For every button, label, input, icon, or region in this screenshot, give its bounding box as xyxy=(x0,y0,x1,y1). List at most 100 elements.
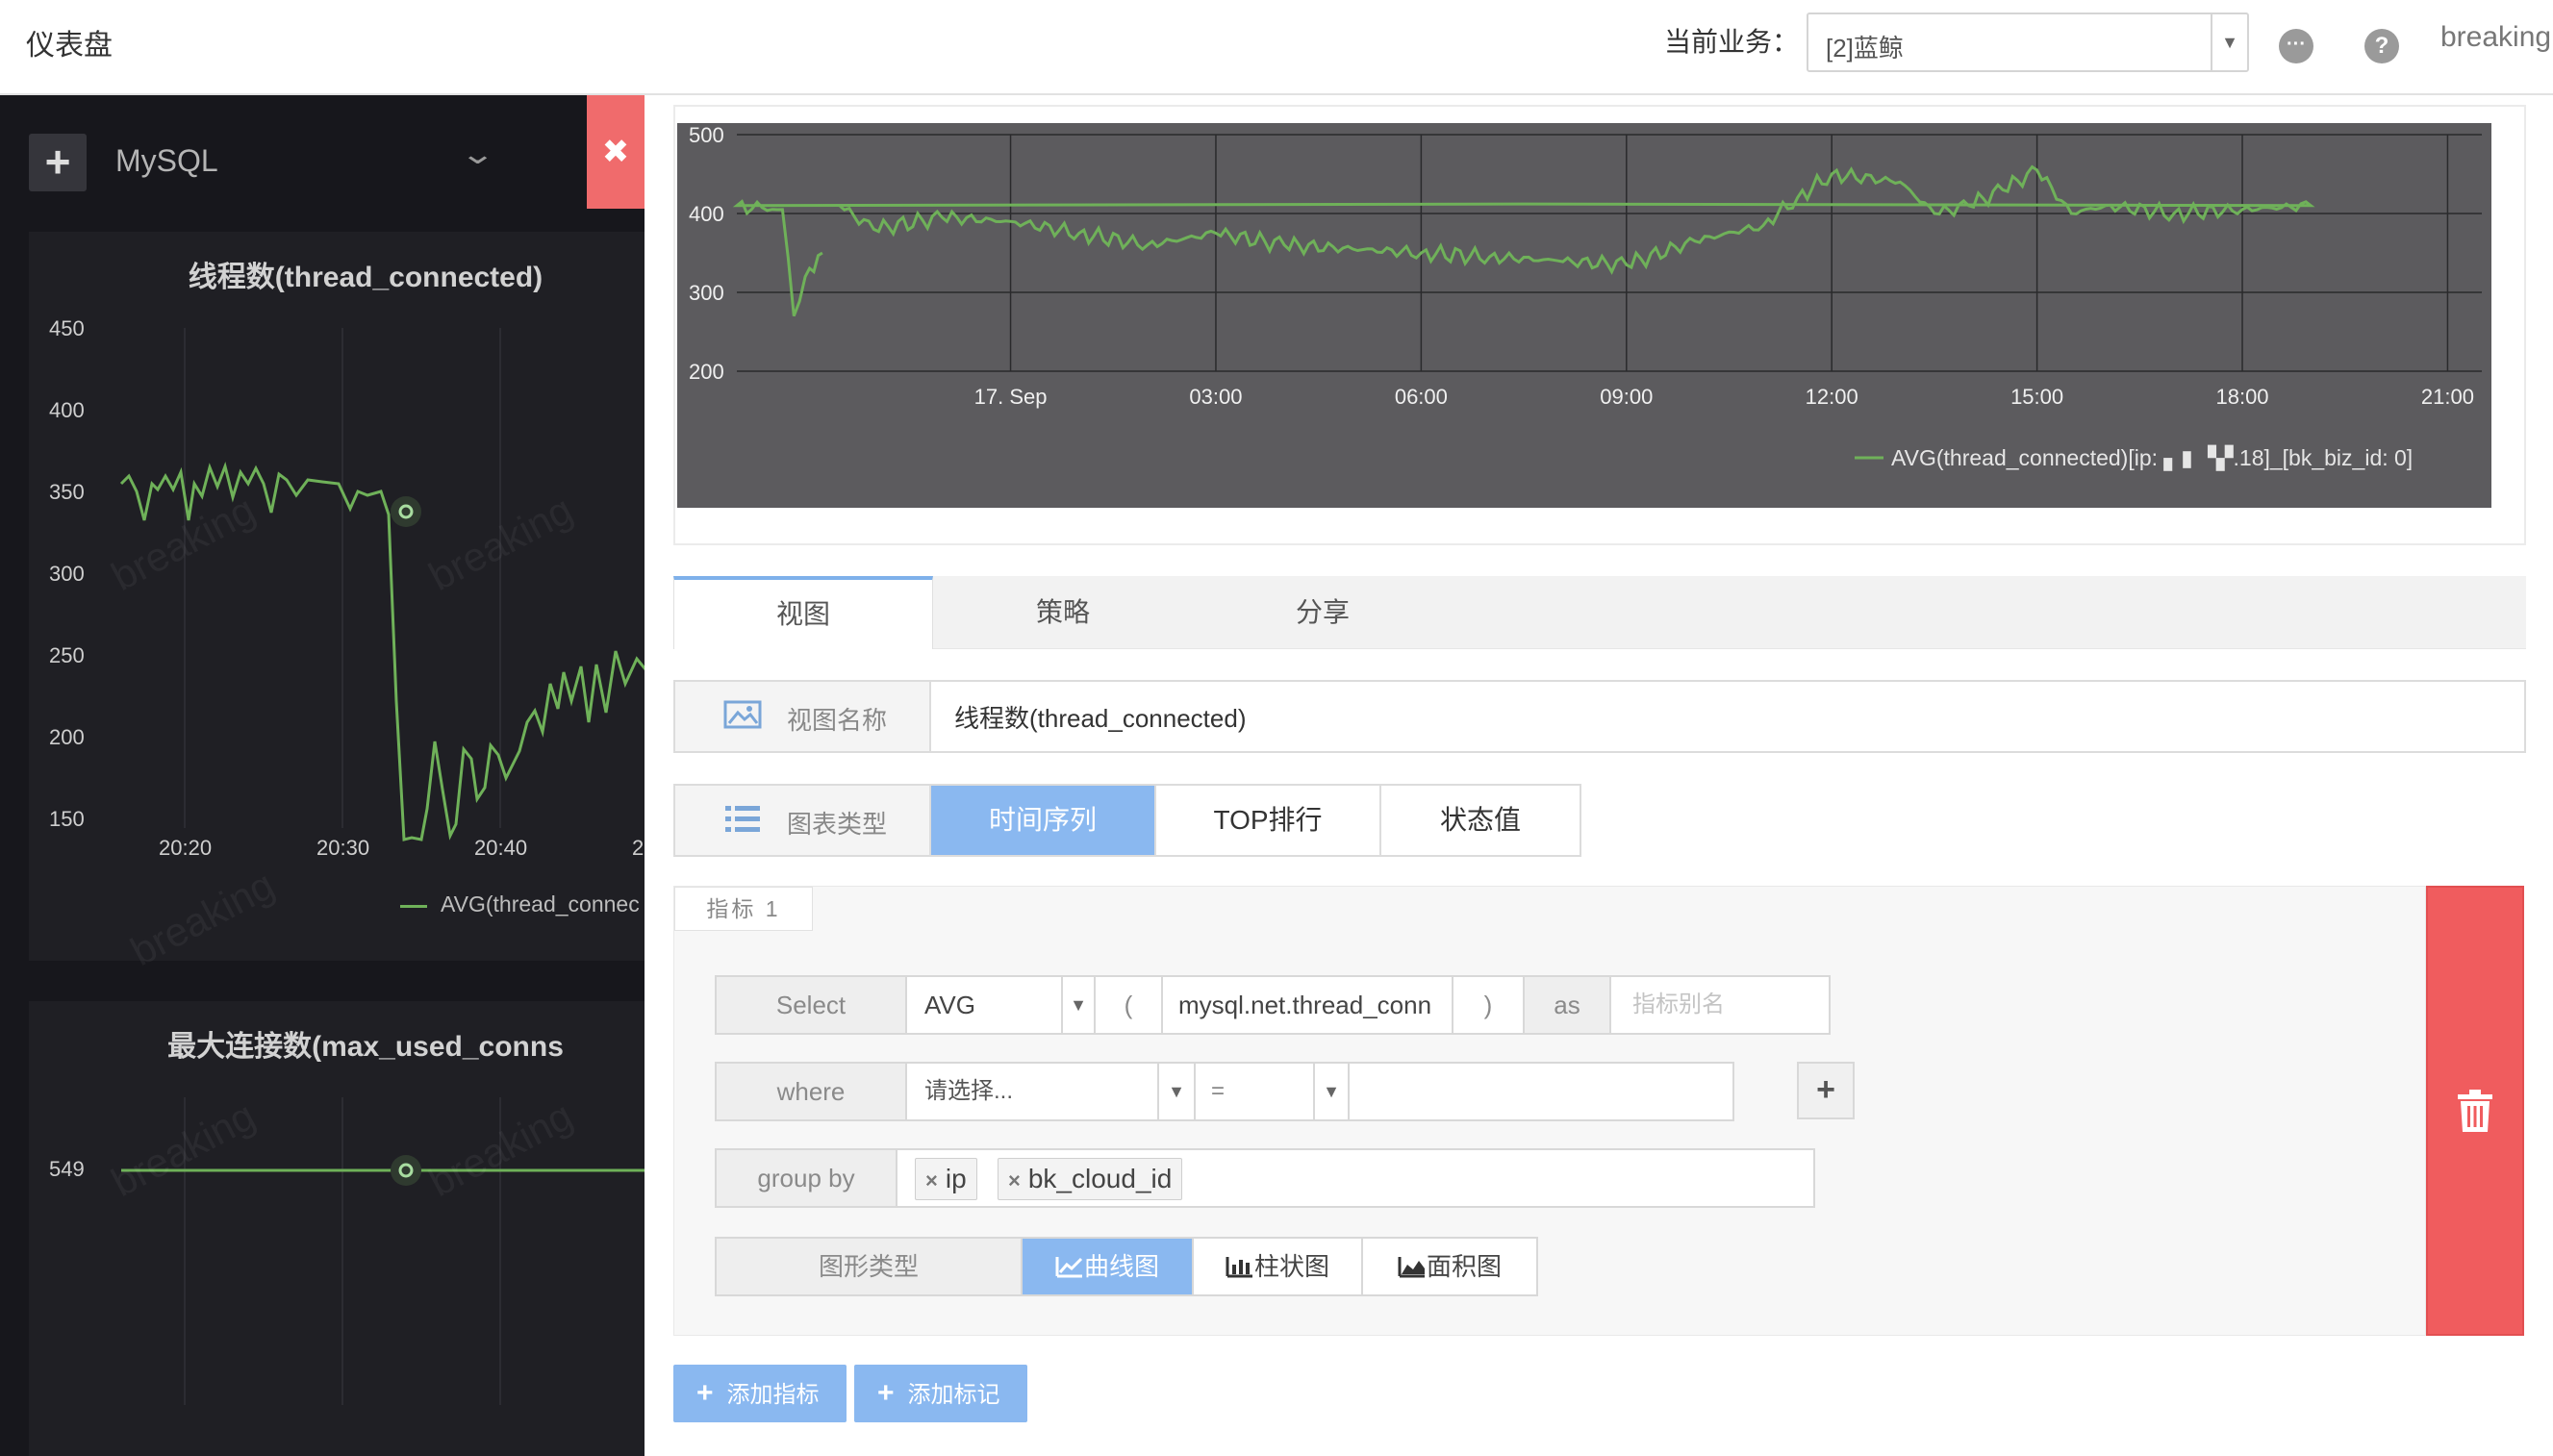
remove-tag-icon[interactable]: × xyxy=(925,1168,938,1192)
add-view-button[interactable]: + xyxy=(29,134,87,191)
image-icon xyxy=(723,700,762,729)
dropdown-arrow-icon[interactable]: ▼ xyxy=(1063,977,1096,1033)
x-tick: 20:40 xyxy=(474,836,528,860)
alias-input[interactable]: 指标别名 xyxy=(1611,977,1829,1033)
chevron-down-icon[interactable]: ⌄ xyxy=(460,138,496,171)
agg-select[interactable]: AVG xyxy=(907,977,1063,1033)
dropdown-arrow-icon[interactable]: ▼ xyxy=(1315,1064,1350,1119)
remove-tag-icon[interactable]: × xyxy=(1008,1168,1021,1192)
y-tick-label: 500 xyxy=(689,123,724,147)
y-tick-label: 400 xyxy=(689,202,724,226)
dropdown-arrow-icon[interactable]: ▼ xyxy=(1159,1064,1196,1119)
graph-type-bar[interactable]: 柱状图 xyxy=(1194,1239,1363,1294)
view-name-label: 视图名称 xyxy=(787,706,888,735)
business-select[interactable]: [2]蓝鲸 ▼ xyxy=(1807,13,2249,72)
y-tick-label: 200 xyxy=(689,360,724,384)
graph-type-label: 图形类型 xyxy=(717,1239,1023,1294)
delete-metric-button[interactable] xyxy=(2426,886,2524,1336)
as-label: as xyxy=(1525,977,1611,1033)
add-metric-label: 添加指标 xyxy=(726,1382,820,1408)
x-tick-label: 21:00 xyxy=(2421,385,2474,409)
graph-type-area[interactable]: 面积图 xyxy=(1363,1239,1536,1294)
close-paren: ) xyxy=(1453,977,1525,1033)
business-label: 当前业务： xyxy=(1664,27,1800,57)
x-tick: 2 xyxy=(632,836,645,860)
hover-marker-halo xyxy=(391,1155,421,1186)
x-tick: 20:30 xyxy=(316,836,370,860)
group-by-label: group by xyxy=(717,1150,897,1206)
x-tick-label: 03:00 xyxy=(1189,385,1242,409)
select-label: Select xyxy=(717,977,907,1033)
chart-legend[interactable]: AVG(thread_connec xyxy=(441,891,640,917)
business-select-value: [2]蓝鲸 xyxy=(1826,34,1904,63)
plus-icon: + xyxy=(877,1377,895,1409)
tab-strategy[interactable]: 策略 xyxy=(933,576,1193,649)
close-button[interactable]: ✖ xyxy=(587,95,645,209)
view-card-thread-connected[interactable]: 线程数(thread_connected) 450 400 350 300 25… xyxy=(29,232,645,974)
legend-swatch xyxy=(400,905,427,908)
x-tick-label: 18:00 xyxy=(2215,385,2268,409)
open-paren: ( xyxy=(1096,977,1163,1033)
tab-share[interactable]: 分享 xyxy=(1193,576,1453,649)
view-name-row: 视图名称 线程数(thread_connected) xyxy=(673,680,2526,753)
bar-chart-icon xyxy=(1226,1257,1252,1278)
chart-legend[interactable]: AVG(thread_connected)[ip: ▖▮ ▝▞.18]_[bk_… xyxy=(1891,444,2413,471)
add-metric-button[interactable]: + 添加指标 xyxy=(673,1365,847,1422)
x-tick: 20:20 xyxy=(159,836,213,860)
view-name-label-cell: 视图名称 xyxy=(675,682,931,751)
x-tick-label: 06:00 xyxy=(1395,385,1448,409)
add-condition-button[interactable]: + xyxy=(1797,1062,1855,1119)
list-icon xyxy=(725,806,760,832)
metric-section: 指标 1 Select AVG ▼ ( mysql.net.thread_con… xyxy=(673,886,2426,1336)
graph-type-row: 图形类型 曲线图 柱状图 面积图 xyxy=(715,1237,1538,1296)
dropdown-arrow-icon: ▼ xyxy=(2211,14,2247,70)
where-field-select[interactable]: 请选择... xyxy=(907,1064,1159,1119)
view-editor: 500 400 300 200 17. Sep 03:00 06:00 09:00 12:00… xyxy=(645,95,2553,1456)
page-title: 仪表盘 xyxy=(26,30,113,62)
help-icon[interactable]: ? xyxy=(2364,29,2399,63)
y-tick-label: 300 xyxy=(689,281,724,305)
line-chart[interactable]: 500 400 300 200 17. Sep 03:00 06:00 09:00 12:00… xyxy=(677,123,2491,508)
view-card-max-used-conns[interactable]: 最大连接数(max_used_conns 549 breaking breaki… xyxy=(29,1001,645,1456)
more-icon[interactable]: ··· xyxy=(2279,29,2313,63)
group-by-tag-ip[interactable]: × ip xyxy=(915,1158,977,1200)
x-tick-label: 17. Sep xyxy=(974,385,1048,409)
chart-type-label: 图表类型 xyxy=(787,810,888,839)
preview-chart[interactable]: 500 400 300 200 17. Sep 03:00 06:00 09:00 12:00… xyxy=(677,123,2491,508)
chart-type-timeseries[interactable]: 时间序列 xyxy=(931,786,1156,855)
graph-type-area-label: 面积图 xyxy=(1426,1252,1502,1281)
metric-tab[interactable]: 指标 1 xyxy=(674,887,813,931)
group-by-tag-bk-cloud-id[interactable]: × bk_cloud_id xyxy=(998,1158,1183,1200)
trash-icon xyxy=(2458,1090,2492,1132)
preview-chart-panel: 500 400 300 200 17. Sep 03:00 06:00 09:00 12:00… xyxy=(673,105,2526,545)
tab-view[interactable]: 视图 xyxy=(673,576,933,649)
graph-type-line-label: 曲线图 xyxy=(1083,1252,1159,1281)
user-name[interactable]: breaking xyxy=(2440,21,2551,54)
chart-type-label-cell: 图表类型 xyxy=(675,786,931,855)
top-bar: 仪表盘 当前业务： [2]蓝鲸 ▼ ··· ? breaking xyxy=(0,0,2553,95)
chart-type-top[interactable]: TOP排行 xyxy=(1156,786,1381,855)
where-row: where 请选择... ▼ = ▼ xyxy=(715,1062,1734,1121)
graph-type-line[interactable]: 曲线图 xyxy=(1023,1239,1194,1294)
add-mark-label: 添加标记 xyxy=(907,1382,1000,1408)
area-chart-icon xyxy=(1398,1257,1425,1278)
view-name-input[interactable]: 线程数(thread_connected) xyxy=(954,699,1246,735)
tag-label: ip xyxy=(945,1164,967,1193)
plus-icon: + xyxy=(696,1377,714,1409)
line-chart-icon xyxy=(1055,1257,1083,1278)
editor-tabs: 视图 策略 分享 xyxy=(673,576,2526,649)
metric-field-input[interactable]: mysql.net.thread_conn xyxy=(1163,977,1453,1033)
group-by-row: group by × ip × bk_cloud_id xyxy=(715,1148,1815,1208)
mini-line-chart xyxy=(121,1097,645,1405)
where-operator-select[interactable]: = xyxy=(1196,1064,1315,1119)
dashboard-sidebar: + MySQL ⌄ ✖ 线程数(thread_connected) 450 40… xyxy=(0,95,645,1456)
dashboard-name[interactable]: MySQL xyxy=(115,143,218,179)
add-mark-button[interactable]: + 添加标记 xyxy=(854,1365,1027,1422)
select-row: Select AVG ▼ ( mysql.net.thread_conn ) a… xyxy=(715,975,1831,1035)
where-label: where xyxy=(717,1064,907,1119)
x-tick-label: 09:00 xyxy=(1600,385,1653,409)
x-tick-label: 12:00 xyxy=(1806,385,1858,409)
chart-type-row: 图表类型 时间序列 TOP排行 状态值 xyxy=(673,784,1581,857)
where-value-input[interactable] xyxy=(1350,1064,1732,1119)
chart-type-status[interactable]: 状态值 xyxy=(1381,786,1580,855)
